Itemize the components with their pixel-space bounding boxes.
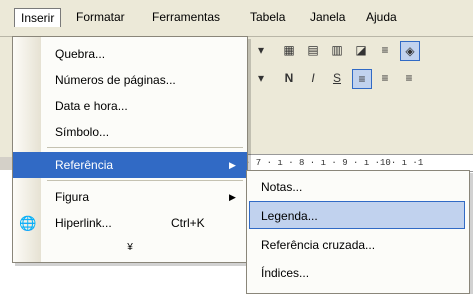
menu-tabela[interactable]: Tabela (244, 8, 291, 26)
expand-menu-chevron-icon[interactable]: ¥ (13, 237, 247, 259)
drawing-icon[interactable]: ◪ (352, 41, 370, 59)
align-left-icon[interactable]: ≡ (352, 69, 372, 89)
menu-item-hiperlink[interactable]: 🌐 Hiperlink... Ctrl+K (13, 210, 247, 236)
menu-janela[interactable]: Janela (304, 8, 351, 26)
table-icon[interactable]: ▦ (280, 41, 298, 59)
insert-menu: Quebra... Números de páginas... Data e h… (12, 36, 248, 263)
submenu-item-notas[interactable]: Notas... (247, 173, 469, 201)
menu-formatar[interactable]: Formatar (70, 8, 131, 26)
submenu-item-label: Referência cruzada... (261, 238, 376, 252)
chart-icon[interactable]: ▤ (304, 41, 322, 59)
align-right-icon[interactable]: ≡ (400, 69, 418, 87)
menu-item-quebra[interactable]: Quebra... (13, 41, 247, 67)
menu-separator (47, 147, 243, 148)
menu-ferramentas[interactable]: Ferramentas (146, 8, 226, 26)
submenu-arrow-icon: ▶ (229, 192, 236, 202)
fontsize-dropdown[interactable]: ▾ (252, 69, 270, 87)
menu-ajuda[interactable]: Ajuda (360, 8, 403, 26)
submenu-item-label: Legenda... (261, 209, 318, 223)
menu-item-referencia[interactable]: Referência ▶ (13, 152, 247, 178)
menu-item-label: Referência (55, 158, 114, 172)
menu-item-label: Data e hora... (55, 99, 128, 113)
underline-button[interactable]: S (328, 69, 346, 87)
menu-item-label: Símbolo... (55, 125, 110, 139)
submenu-item-legenda[interactable]: Legenda... (249, 201, 465, 229)
menu-item-shortcut: Ctrl+K (171, 216, 205, 230)
menu-item-numeros-paginas[interactable]: Números de páginas... (13, 67, 247, 93)
reference-submenu: Notas... Legenda... Referência cruzada..… (246, 170, 470, 294)
submenu-item-indices[interactable]: Índices... (247, 259, 469, 287)
submenu-arrow-icon: ▶ (229, 160, 236, 170)
menu-item-label: Números de páginas... (55, 73, 176, 87)
menu-item-data-hora[interactable]: Data e hora... (13, 93, 247, 119)
columns-icon[interactable]: ▥ (328, 41, 346, 59)
menu-item-label: Quebra... (55, 47, 106, 61)
docmap-icon[interactable]: ≡ (376, 41, 394, 59)
menu-item-figura[interactable]: Figura ▶ (13, 184, 247, 210)
hyperlink-icon: 🌐 (19, 215, 37, 231)
bold-button[interactable]: N (280, 69, 298, 87)
menubar: Inserir Formatar Ferramentas Tabela Jane… (0, 0, 473, 37)
align-center-icon[interactable]: ≡ (376, 69, 394, 87)
showhide-icon[interactable]: ◈ (400, 41, 420, 61)
submenu-item-label: Notas... (261, 180, 303, 194)
menu-inserir[interactable]: Inserir (14, 8, 62, 27)
zoom-dropdown[interactable]: ▾ (252, 41, 270, 59)
submenu-item-referencia-cruzada[interactable]: Referência cruzada... (247, 231, 469, 259)
menu-item-label: Hiperlink... (55, 216, 112, 230)
menu-separator (47, 180, 243, 181)
menu-item-label: Figura (55, 190, 90, 204)
menu-item-simbolo[interactable]: Símbolo... (13, 119, 247, 145)
italic-button[interactable]: I (304, 69, 322, 87)
submenu-item-label: Índices... (261, 266, 310, 280)
